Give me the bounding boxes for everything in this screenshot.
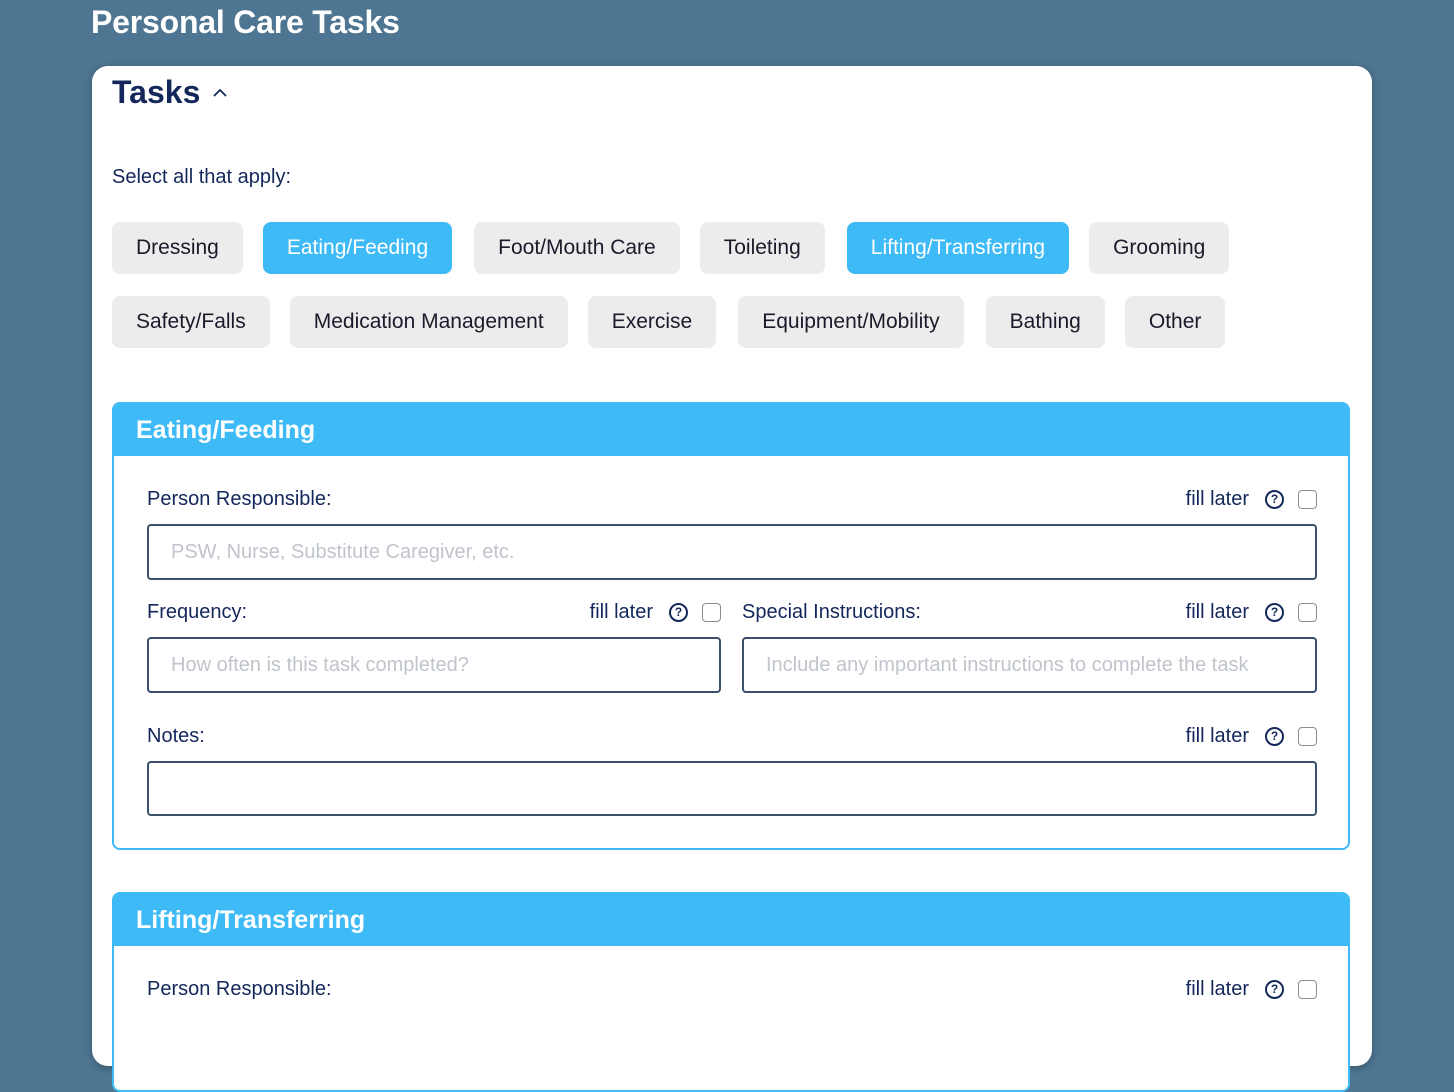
person-responsible-label: Person Responsible: bbox=[147, 487, 332, 510]
section-lifting-transferring: Lifting/Transferring Person Responsible:… bbox=[112, 892, 1350, 1092]
chip-medication-management[interactable]: Medication Management bbox=[289, 296, 568, 348]
fill-later-label: fill later bbox=[1185, 977, 1249, 1000]
fill-later-label: fill later bbox=[1185, 600, 1249, 623]
fill-later-checkbox[interactable] bbox=[1298, 726, 1317, 746]
section-header: Lifting/Transferring bbox=[114, 894, 1348, 946]
fill-later-label: fill later bbox=[589, 600, 653, 623]
special-instructions-label: Special Instructions: bbox=[742, 600, 921, 623]
fill-later-group: fill later ? bbox=[1186, 978, 1317, 1001]
fill-later-label: fill later bbox=[1185, 487, 1249, 510]
fill-later-group: fill later ? bbox=[1186, 488, 1317, 511]
select-all-instruction: Select all that apply: bbox=[112, 166, 291, 188]
question-circle-icon[interactable]: ? bbox=[1265, 489, 1284, 509]
fill-later-checkbox[interactable] bbox=[1298, 602, 1317, 622]
chip-grooming[interactable]: Grooming bbox=[1089, 222, 1230, 274]
fill-later-group: fill later ? bbox=[1186, 725, 1317, 748]
chip-safety-falls[interactable]: Safety/Falls bbox=[112, 296, 270, 348]
question-circle-icon[interactable]: ? bbox=[1265, 979, 1284, 999]
fill-later-label: fill later bbox=[1185, 724, 1249, 747]
chip-equipment-mobility[interactable]: Equipment/Mobility bbox=[738, 296, 964, 348]
question-circle-icon[interactable]: ? bbox=[1265, 726, 1284, 746]
special-instructions-field: Special Instructions: fill later ? bbox=[742, 597, 1317, 693]
question-circle-icon[interactable]: ? bbox=[669, 602, 688, 622]
task-chips-row-2: Safety/Falls Medication Management Exerc… bbox=[112, 296, 1245, 348]
frequency-input[interactable] bbox=[147, 637, 721, 693]
fill-later-group: fill later ? bbox=[590, 601, 721, 624]
question-circle-icon[interactable]: ? bbox=[1265, 602, 1284, 622]
chip-exercise[interactable]: Exercise bbox=[587, 296, 717, 348]
chip-foot-mouth-care[interactable]: Foot/Mouth Care bbox=[474, 222, 680, 274]
person-responsible-field: Person Responsible: fill later ? bbox=[147, 974, 1317, 1004]
person-responsible-input[interactable] bbox=[147, 524, 1317, 580]
notes-field: Notes: fill later ? bbox=[147, 721, 1317, 816]
section-header: Eating/Feeding bbox=[114, 404, 1348, 456]
frequency-label: Frequency: bbox=[147, 600, 248, 623]
tasks-collapse-toggle[interactable]: Tasks bbox=[112, 74, 228, 111]
fill-later-group: fill later ? bbox=[1186, 601, 1317, 624]
chip-lifting-transferring[interactable]: Lifting/Transferring bbox=[846, 222, 1070, 274]
fill-later-checkbox[interactable] bbox=[1298, 979, 1317, 999]
special-instructions-input[interactable] bbox=[742, 637, 1317, 693]
notes-label: Notes: bbox=[147, 724, 205, 747]
person-responsible-field: Person Responsible: fill later ? bbox=[147, 484, 1317, 580]
chip-bathing[interactable]: Bathing bbox=[985, 296, 1105, 348]
task-chips-row-1: Dressing Eating/Feeding Foot/Mouth Care … bbox=[112, 222, 1249, 274]
tasks-card: Tasks Select all that apply: Dressing Ea… bbox=[92, 66, 1372, 1092]
person-responsible-label: Person Responsible: bbox=[147, 977, 332, 1000]
chip-eating-feeding[interactable]: Eating/Feeding bbox=[262, 222, 453, 274]
chip-dressing[interactable]: Dressing bbox=[112, 222, 243, 274]
frequency-field: Frequency: fill later ? bbox=[147, 597, 721, 693]
tasks-title: Tasks bbox=[112, 74, 201, 110]
chip-toileting[interactable]: Toileting bbox=[699, 222, 825, 274]
chip-other[interactable]: Other bbox=[1124, 296, 1226, 348]
notes-input[interactable] bbox=[147, 761, 1317, 816]
chevron-up-icon bbox=[212, 85, 228, 101]
fill-later-checkbox[interactable] bbox=[702, 602, 721, 622]
fill-later-checkbox[interactable] bbox=[1298, 489, 1317, 509]
section-eating-feeding: Eating/Feeding Person Responsible: fill … bbox=[112, 402, 1350, 850]
page-title: Personal Care Tasks bbox=[91, 4, 400, 40]
